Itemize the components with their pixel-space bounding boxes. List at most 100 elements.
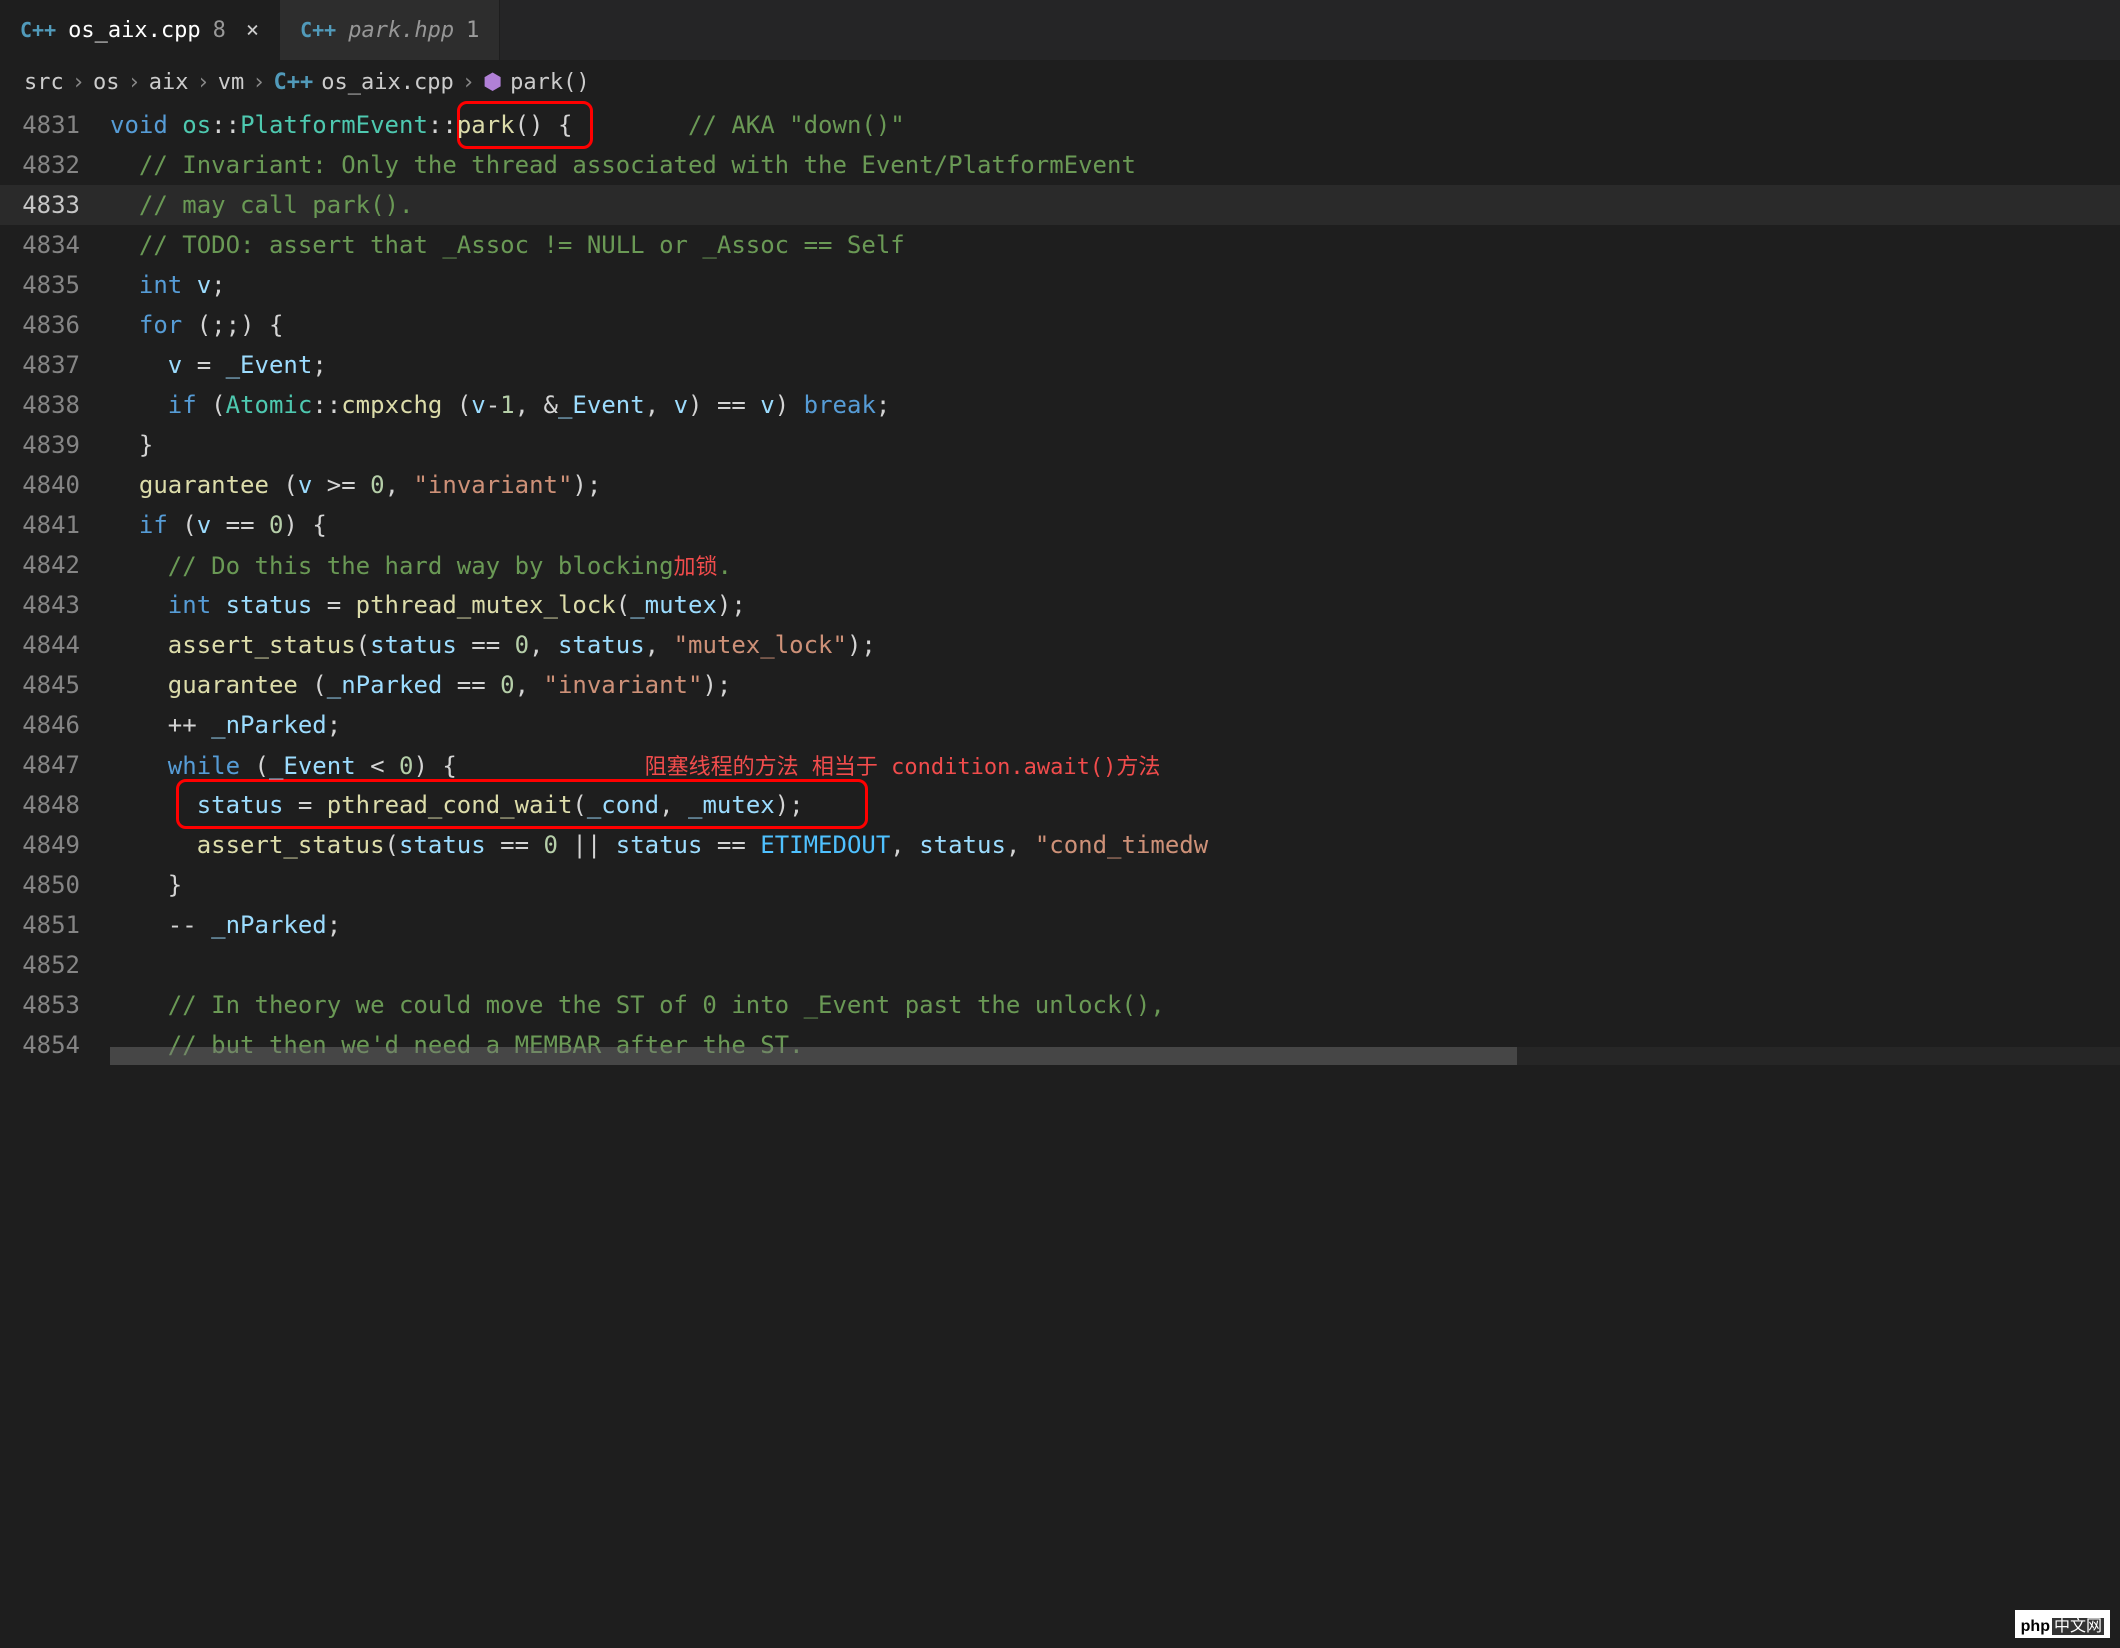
code-content[interactable]: if (Atomic::cmpxchg (v-1, &_Event, v) ==… xyxy=(110,391,2120,419)
function-icon: ⬢ xyxy=(483,70,502,95)
token: ( xyxy=(572,791,586,819)
line-number: 4841 xyxy=(0,511,110,539)
breadcrumb-file[interactable]: os_aix.cpp xyxy=(321,70,453,95)
code-line[interactable]: 4848 status = pthread_cond_wait(_cond, _… xyxy=(0,785,2120,825)
token: _cond xyxy=(587,791,659,819)
code-content[interactable] xyxy=(110,951,2120,979)
code-content[interactable]: // may call park(). xyxy=(110,191,2120,219)
code-content[interactable]: -- _nParked; xyxy=(110,911,2120,939)
token: ); xyxy=(717,591,746,619)
code-content[interactable]: } xyxy=(110,431,2120,459)
token: int xyxy=(168,591,226,619)
scrollbar-thumb[interactable] xyxy=(110,1047,1517,1065)
code-line[interactable]: 4850 } xyxy=(0,865,2120,905)
token: _Event xyxy=(269,752,356,780)
code-content[interactable]: ++ _nParked; xyxy=(110,711,2120,739)
token: ) == xyxy=(688,391,760,419)
code-content[interactable]: int v; xyxy=(110,271,2120,299)
token: 0 xyxy=(269,511,283,539)
breadcrumb-segment[interactable]: src xyxy=(24,70,64,95)
code-line[interactable]: 4847 while (_Event < 0) { 阻塞线程的方法 相当于 co… xyxy=(0,745,2120,785)
token: 阻塞线程的方法 相当于 condition.await()方法 xyxy=(645,755,1161,780)
breadcrumb-segment[interactable]: os xyxy=(93,70,120,95)
code-line[interactable]: 4845 guarantee (_nParked == 0, "invarian… xyxy=(0,665,2120,705)
horizontal-scrollbar[interactable] xyxy=(110,1047,2120,1065)
code-content[interactable]: } xyxy=(110,871,2120,899)
code-content[interactable]: guarantee (v >= 0, "invariant"); xyxy=(110,471,2120,499)
token: , xyxy=(645,631,674,659)
token: , xyxy=(645,391,674,419)
code-line[interactable]: 4839 } xyxy=(0,425,2120,465)
code-content[interactable]: assert_status(status == 0, status, "mute… xyxy=(110,631,2120,659)
code-line[interactable]: 4836 for (;;) { xyxy=(0,305,2120,345)
watermark-left: php xyxy=(2021,1618,2050,1635)
code-line[interactable]: 4843 int status = pthread_mutex_lock(_mu… xyxy=(0,585,2120,625)
token: ETIMEDOUT xyxy=(760,831,890,859)
code-line[interactable]: 4841 if (v == 0) { xyxy=(0,505,2120,545)
token: cmpxchg xyxy=(341,391,457,419)
code-content[interactable]: for (;;) { xyxy=(110,311,2120,339)
line-number: 4843 xyxy=(0,591,110,619)
code-content[interactable]: // Invariant: Only the thread associated… xyxy=(110,151,2120,179)
token: , xyxy=(890,831,919,859)
token: :: xyxy=(312,391,341,419)
token: == xyxy=(211,511,269,539)
code-line[interactable]: 4831void os::PlatformEvent::park() { // … xyxy=(0,105,2120,145)
code-line[interactable]: 4842 // Do this the hard way by blocking… xyxy=(0,545,2120,585)
code-line[interactable]: 4853 // In theory we could move the ST o… xyxy=(0,985,2120,1025)
token: :: xyxy=(211,111,240,139)
code-line[interactable]: 4838 if (Atomic::cmpxchg (v-1, &_Event, … xyxy=(0,385,2120,425)
tab-badge: 1 xyxy=(466,18,479,43)
chevron-right-icon: › xyxy=(462,70,475,95)
code-content[interactable]: guarantee (_nParked == 0, "invariant"); xyxy=(110,671,2120,699)
token: v xyxy=(168,351,182,379)
code-line[interactable]: 4834 // TODO: assert that _Assoc != NULL… xyxy=(0,225,2120,265)
code-line[interactable]: 4840 guarantee (v >= 0, "invariant"); xyxy=(0,465,2120,505)
code-content[interactable]: void os::PlatformEvent::park() { // AKA … xyxy=(110,111,2120,139)
line-number: 4854 xyxy=(0,1031,110,1059)
line-number: 4832 xyxy=(0,151,110,179)
breadcrumb-segment[interactable]: aix xyxy=(149,70,189,95)
line-number: 4849 xyxy=(0,831,110,859)
token: v xyxy=(674,391,688,419)
code-content[interactable]: // Do this the hard way by blocking加锁. xyxy=(110,549,2120,581)
code-line[interactable]: 4852 xyxy=(0,945,2120,985)
token: 0 xyxy=(515,631,529,659)
code-content[interactable]: status = pthread_cond_wait(_cond, _mutex… xyxy=(110,791,2120,819)
code-line[interactable]: 4832 // Invariant: Only the thread assoc… xyxy=(0,145,2120,185)
token: for xyxy=(139,311,197,339)
tab-park-hpp[interactable]: C++park.hpp1 xyxy=(280,0,500,60)
token: () { xyxy=(515,111,688,139)
code-content[interactable]: assert_status(status == 0 || status == E… xyxy=(110,831,2120,859)
code-line[interactable]: 4846 ++ _nParked; xyxy=(0,705,2120,745)
code-line[interactable]: 4849 assert_status(status == 0 || status… xyxy=(0,825,2120,865)
close-icon[interactable]: × xyxy=(246,18,259,43)
code-content[interactable]: v = _Event; xyxy=(110,351,2120,379)
token: >= xyxy=(312,471,370,499)
code-line[interactable]: 4844 assert_status(status == 0, status, … xyxy=(0,625,2120,665)
token: ); xyxy=(775,791,804,819)
code-content[interactable]: // TODO: assert that _Assoc != NULL or _… xyxy=(110,231,2120,259)
token: // In theory we could move the ST of 0 i… xyxy=(168,991,1165,1019)
code-editor[interactable]: 4831void os::PlatformEvent::park() { // … xyxy=(0,105,2120,1065)
code-line[interactable]: 4837 v = _Event; xyxy=(0,345,2120,385)
tab-os_aix-cpp[interactable]: C++os_aix.cpp8× xyxy=(0,0,280,60)
breadcrumb[interactable]: src›os›aix›vm›C++os_aix.cpp›⬢park() xyxy=(0,60,2120,105)
token: os xyxy=(182,111,211,139)
breadcrumb-segment[interactable]: vm xyxy=(218,70,245,95)
code-content[interactable]: int status = pthread_mutex_lock(_mutex); xyxy=(110,591,2120,619)
token: ; xyxy=(312,351,326,379)
code-line[interactable]: 4833 // may call park(). xyxy=(0,185,2120,225)
token: = xyxy=(283,791,326,819)
code-content[interactable]: while (_Event < 0) { 阻塞线程的方法 相当于 conditi… xyxy=(110,749,2120,781)
token: 0 xyxy=(370,471,384,499)
token: } xyxy=(139,431,153,459)
code-line[interactable]: 4835 int v; xyxy=(0,265,2120,305)
code-line[interactable]: 4851 -- _nParked; xyxy=(0,905,2120,945)
token: ( xyxy=(283,471,297,499)
code-content[interactable]: // In theory we could move the ST of 0 i… xyxy=(110,991,2120,1019)
token: status xyxy=(558,631,645,659)
code-content[interactable]: if (v == 0) { xyxy=(110,511,2120,539)
token: ++ xyxy=(168,711,211,739)
breadcrumb-function[interactable]: park() xyxy=(510,70,589,95)
